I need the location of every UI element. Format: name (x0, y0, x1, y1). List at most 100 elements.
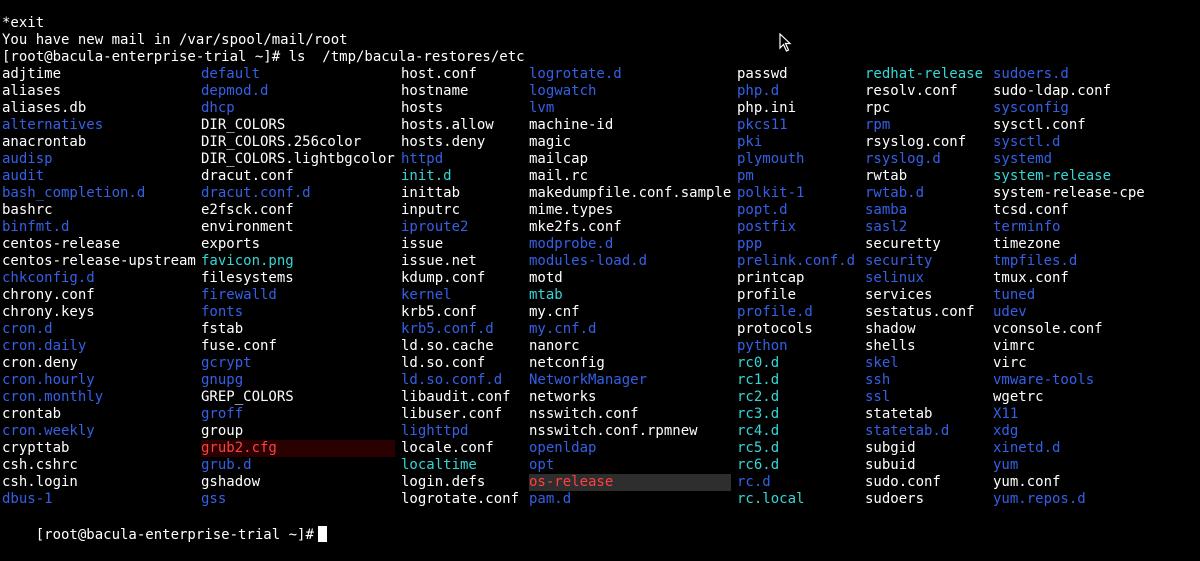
file-entry: magic (529, 134, 572, 150)
directory-entry: binfmt.d (2, 219, 70, 235)
directory-entry: ppp (737, 236, 763, 252)
directory-entry: opt (529, 457, 555, 473)
directory-entry: pm (737, 168, 754, 184)
file-entry: DIR_COLORS (201, 117, 286, 133)
file-entry: sysctl.conf (993, 117, 1086, 133)
directory-entry: default (201, 66, 261, 82)
directory-entry: xdg (993, 423, 1019, 439)
directory-entry: plymouth (737, 151, 805, 167)
directory-entry: rwtab.d (865, 185, 925, 201)
directory-entry: ssl (865, 389, 891, 405)
file-entry: rc3.d (737, 406, 780, 422)
file-entry: rc6.d (737, 457, 780, 473)
directory-entry: cron.weekly (2, 423, 95, 439)
listing-column-4: logrotate.d logwatch lvm machine-id magic mai… (529, 66, 732, 508)
file-entry: resolv.conf (865, 83, 958, 99)
file-entry: securetty (865, 236, 941, 252)
file-entry: mke2fs.conf (529, 219, 622, 235)
prompt-text: [root@bacula-enterprise-trial ~]# (35, 527, 314, 543)
file-entry: services (865, 287, 933, 303)
file-entry: netconfig (529, 355, 605, 371)
directory-entry: python (737, 338, 788, 354)
directory-entry: X11 (993, 406, 1019, 422)
file-entry: kdump.conf (401, 270, 486, 286)
file-entry: bashrc (2, 202, 53, 218)
file-entry: grub2.cfg (201, 440, 395, 457)
terminal-line-mail-notice: You have new mail in /var/spool/mail/roo… (2, 32, 348, 48)
file-entry: rc2.d (737, 389, 780, 405)
file-entry: rpc (865, 100, 891, 116)
directory-entry: yum.repos.d (993, 491, 1086, 507)
file-entry: rsyslog.conf (865, 134, 967, 150)
terminal-window[interactable]: *exit You have new mail in /var/spool/ma… (0, 0, 1200, 543)
directory-entry: grub.d (201, 457, 252, 473)
file-entry: DIR_COLORS.lightbgcolor (201, 151, 395, 167)
directory-entry: statetab.d (865, 423, 950, 439)
directory-entry: vmware-tools (993, 372, 1095, 388)
directory-entry: skel (865, 355, 899, 371)
directory-entry: dbus-1 (2, 491, 53, 507)
file-entry: hosts (401, 100, 444, 116)
directory-entry: xinetd.d (993, 440, 1061, 456)
file-entry: libaudit.conf (401, 389, 511, 405)
directory-entry: kernel (401, 287, 452, 303)
listing-column-2: default depmod.d dhcp DIR_COLORS DIR_COLORS.… (201, 66, 395, 508)
file-entry: system-release-cpe (993, 185, 1145, 201)
directory-entry: cron.hourly (2, 372, 95, 388)
file-entry: filesystems (201, 270, 294, 286)
file-entry: adjtime (2, 66, 62, 82)
directory-entry: gss (201, 491, 227, 507)
file-entry: ld.so.cache (401, 338, 494, 354)
file-entry: nanorc (529, 338, 580, 354)
file-entry: ld.so.conf (401, 355, 486, 371)
file-entry: dracut.conf (201, 168, 294, 184)
file-entry: GREP_COLORS (201, 389, 294, 405)
file-entry: login.defs (401, 474, 486, 490)
directory-entry: cron.daily (2, 338, 87, 354)
directory-entry: cron.d (2, 321, 53, 337)
directory-entry: iproute2 (401, 219, 469, 235)
directory-entry: alternatives (2, 117, 104, 133)
file-entry: init.d (401, 168, 452, 184)
file-entry: vimrc (993, 338, 1036, 354)
file-entry: rc5.d (737, 440, 780, 456)
listing-column-6: redhat-release resolv.conf rpc rpm rsyslog.c… (865, 66, 983, 508)
file-entry: fstab (201, 321, 244, 337)
file-entry: sudo.conf (865, 474, 941, 490)
file-entry: subuid (865, 457, 916, 473)
file-entry: issue.net (401, 253, 477, 269)
file-entry: centos-release-upstream (2, 253, 196, 269)
file-entry: environment (201, 219, 294, 235)
directory-entry: sysctl.d (993, 134, 1061, 150)
file-entry: hostname (401, 83, 469, 99)
file-entry: aliases.db (2, 100, 87, 116)
directory-entry: depmod.d (201, 83, 269, 99)
file-entry: passwd (737, 66, 788, 82)
directory-entry: logrotate.d (529, 66, 622, 82)
directory-entry: rpm (865, 117, 891, 133)
directory-entry: security (865, 253, 933, 269)
file-entry: chrony.conf (2, 287, 95, 303)
file-entry: chrony.keys (2, 304, 95, 320)
directory-entry: audit (2, 168, 45, 184)
directory-entry: lighttpd (401, 423, 469, 439)
file-entry: exports (201, 236, 261, 252)
directory-entry: sysconfig (993, 100, 1069, 116)
file-entry: sudo-ldap.conf (993, 83, 1112, 99)
file-entry: shells (865, 338, 916, 354)
directory-entry: audisp (2, 151, 53, 167)
file-entry: tcsd.conf (993, 202, 1069, 218)
file-entry: rc0.d (737, 355, 780, 371)
command-prompt[interactable]: [root@bacula-enterprise-trial ~]# (2, 509, 327, 543)
text-cursor (317, 526, 327, 542)
directory-entry: sasl2 (865, 219, 908, 235)
file-entry: nsswitch.conf.rpmnew (529, 423, 698, 439)
directory-entry: groff (201, 406, 244, 422)
directory-entry: pam.d (529, 491, 572, 507)
file-entry: networks (529, 389, 597, 405)
file-entry: inittab (401, 185, 461, 201)
file-entry: rwtab (865, 168, 908, 184)
file-entry: gshadow (201, 474, 261, 490)
directory-entry: systemd (993, 151, 1053, 167)
file-entry: php.ini (737, 100, 797, 116)
